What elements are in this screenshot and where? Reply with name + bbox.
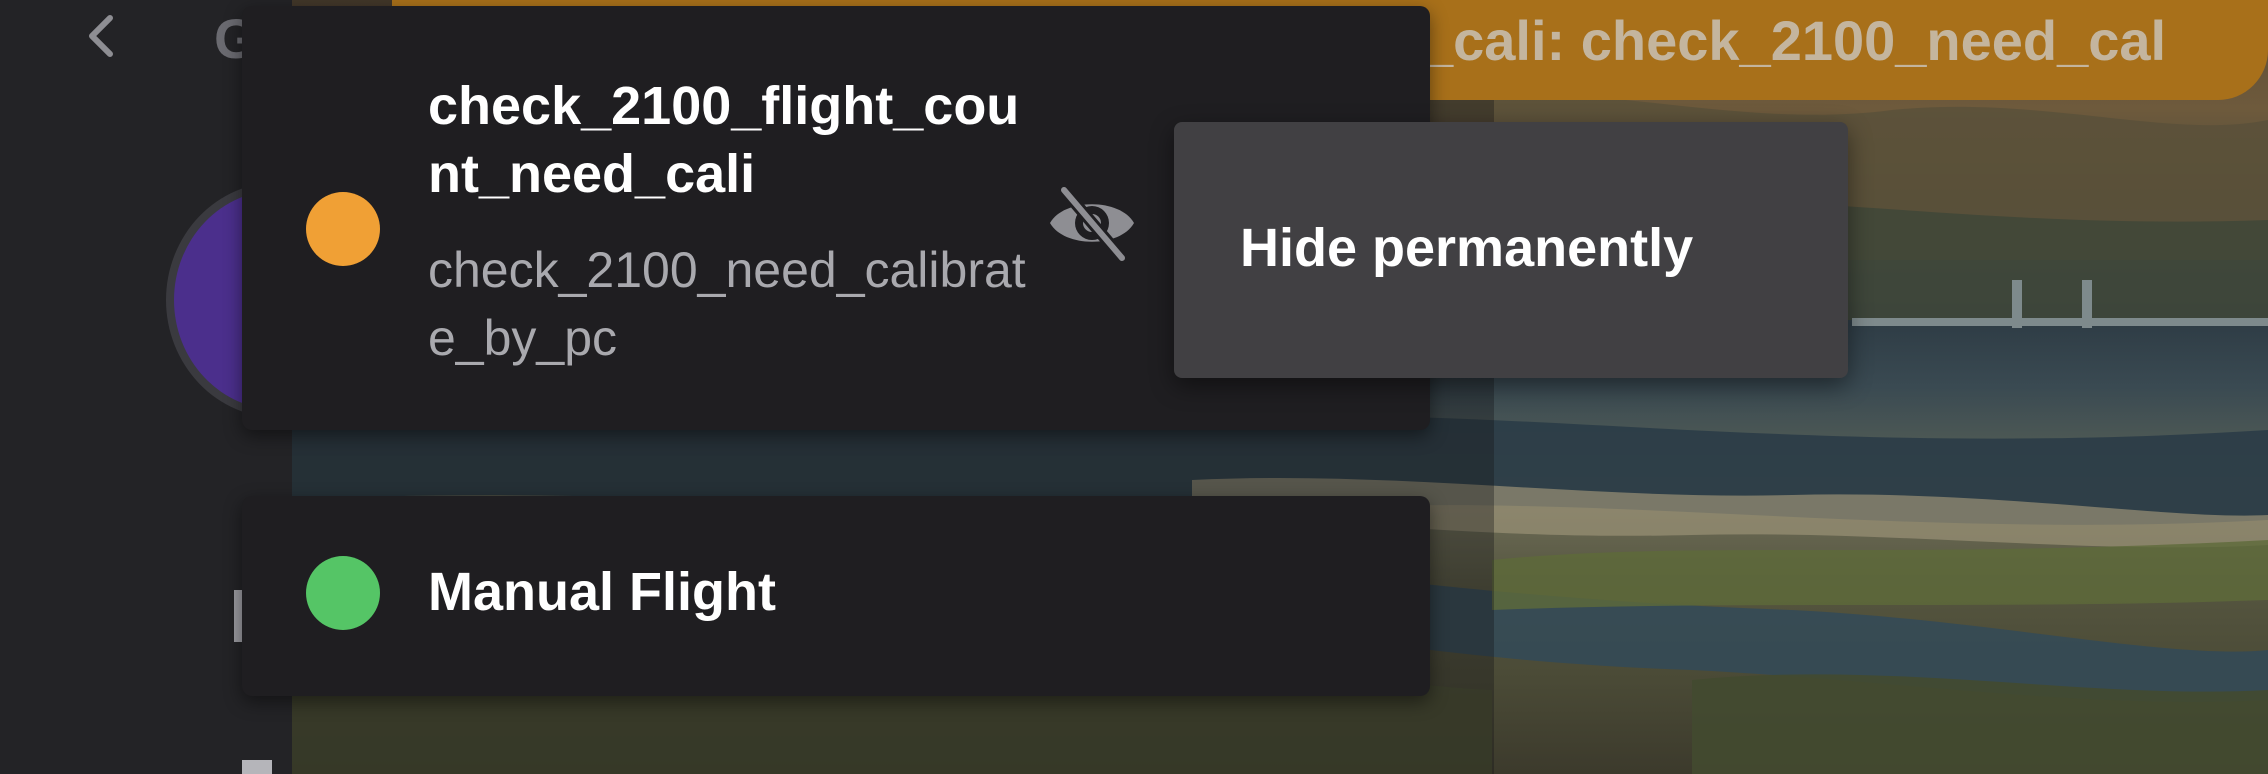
normal-status-dot — [306, 556, 380, 630]
app-screen: G _cali: check_2100_need_cal check_2100_… — [0, 0, 2268, 774]
alert-card-manual-flight[interactable]: Manual Flight — [242, 496, 1430, 696]
alert-subtitle: check_2100_need_calibrate_by_pc — [428, 242, 1026, 366]
hide-permanently-option[interactable]: Hide permanently — [1240, 216, 1693, 280]
eye-slash-icon[interactable] — [1042, 178, 1142, 268]
warning-status-dot — [306, 192, 380, 266]
alert-title: check_2100_flight_count_need_cali — [428, 76, 1020, 204]
warning-banner-text: _cali: check_2100_need_cal — [1422, 9, 2167, 72]
hide-options-popup: Hide permanently — [1174, 122, 1848, 378]
flight-mode-title: Manual Flight — [428, 562, 776, 622]
rail-indicator-small — [242, 760, 272, 774]
back-chevron-icon[interactable] — [78, 12, 126, 60]
